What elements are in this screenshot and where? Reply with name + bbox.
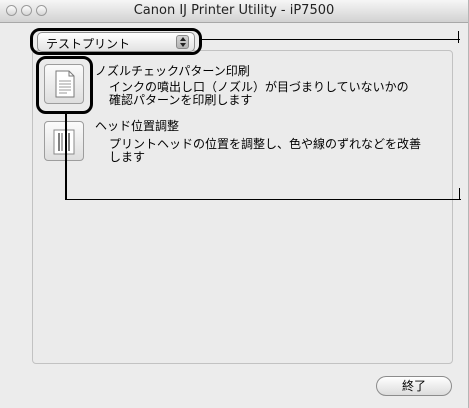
print-head-icon [53, 129, 75, 155]
popup-callout-line-end [458, 31, 459, 43]
head-alignment-button[interactable] [44, 121, 84, 161]
head-alignment-title: ヘッド位置調整 [95, 119, 180, 133]
head-alignment-description: プリントヘッドの位置を調整し、色や線のずれなどを改善 します [109, 137, 422, 164]
icon-callout-line-vertical [65, 114, 67, 200]
exit-button[interactable]: 終了 [376, 376, 452, 396]
icon-callout-frame [36, 56, 93, 114]
popup-callout-line [202, 39, 460, 40]
icon-callout-line-end [459, 188, 460, 200]
nozzle-check-description: インクの噴出し口（ノズル）が目づまりしていないかの 確認パターンを印刷します [109, 80, 409, 107]
window-title: Canon IJ Printer Utility - iP7500 [133, 3, 335, 18]
icon-callout-line-horizontal [65, 199, 461, 200]
nozzle-check-title: ノズルチェックパターン印刷 [95, 64, 250, 78]
popup-callout-frame [30, 28, 202, 55]
title-bar: Canon IJ Printer Utility - iP7500 [0, 0, 468, 23]
